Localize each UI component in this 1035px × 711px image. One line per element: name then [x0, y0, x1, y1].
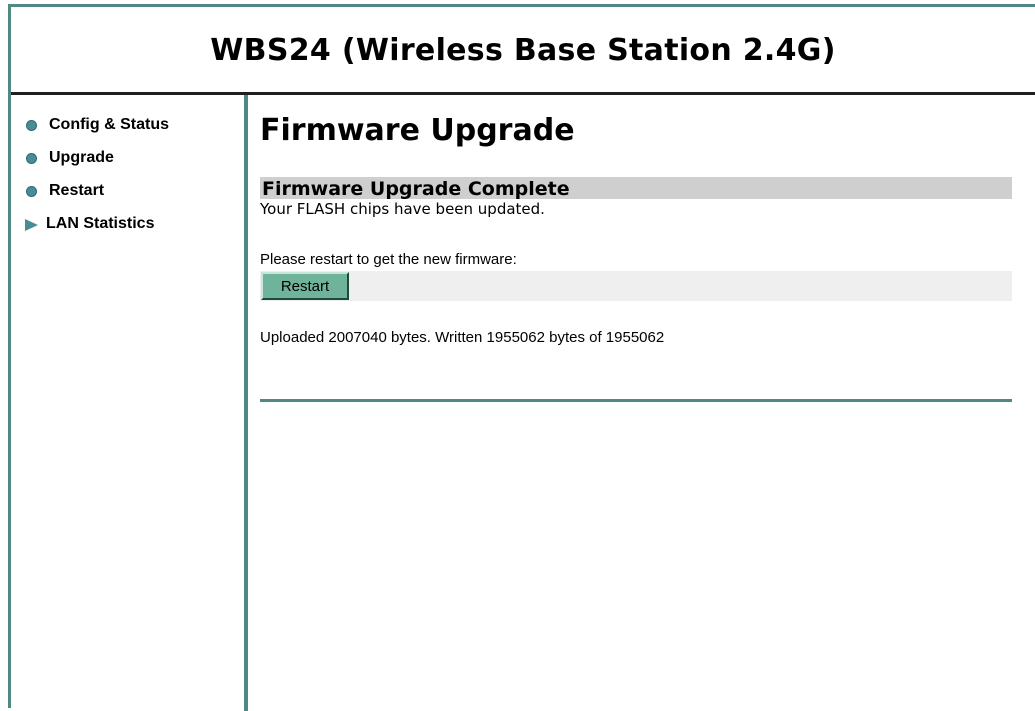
- sidebar-item-config-status[interactable]: Config & Status: [23, 115, 169, 148]
- sidebar-nav: Config & Status Upgrade Restart LAN Stat…: [11, 95, 248, 711]
- sidebar-item-label: LAN Statistics: [46, 215, 155, 232]
- sidebar-item-upgrade[interactable]: Upgrade: [23, 148, 169, 181]
- sidebar-item-label: Restart: [49, 182, 105, 199]
- page-title: Firmware Upgrade: [260, 113, 575, 148]
- button-row: Restart: [260, 271, 1012, 301]
- main-content: Firmware Upgrade Firmware Upgrade Comple…: [248, 95, 1035, 711]
- header-banner: WBS24 (Wireless Base Station 2.4G): [11, 7, 1035, 95]
- sidebar-item-lan-statistics[interactable]: LAN Statistics: [23, 214, 169, 247]
- circle-bullet-icon: [26, 153, 37, 164]
- circle-bullet-icon: [26, 120, 37, 131]
- status-message: Your FLASH chips have been updated.: [260, 200, 545, 218]
- restart-prompt: Please restart to get the new firmware:: [260, 251, 517, 268]
- nav-list: Config & Status Upgrade Restart LAN Stat…: [23, 115, 169, 247]
- sidebar-item-label: Config & Status: [49, 116, 169, 133]
- sidebar-item-label: Upgrade: [49, 149, 114, 166]
- device-title: WBS24 (Wireless Base Station 2.4G): [210, 33, 836, 68]
- restart-button[interactable]: Restart: [261, 272, 349, 300]
- section-heading: Firmware Upgrade Complete: [260, 177, 1012, 200]
- sidebar-item-restart[interactable]: Restart: [23, 181, 169, 214]
- upload-info: Uploaded 2007040 bytes. Written 1955062 …: [260, 329, 665, 346]
- circle-bullet-icon: [26, 186, 37, 197]
- triangle-arrow-icon: [25, 219, 38, 231]
- divider: [260, 399, 1012, 402]
- app-frame: WBS24 (Wireless Base Station 2.4G) Confi…: [8, 4, 1035, 711]
